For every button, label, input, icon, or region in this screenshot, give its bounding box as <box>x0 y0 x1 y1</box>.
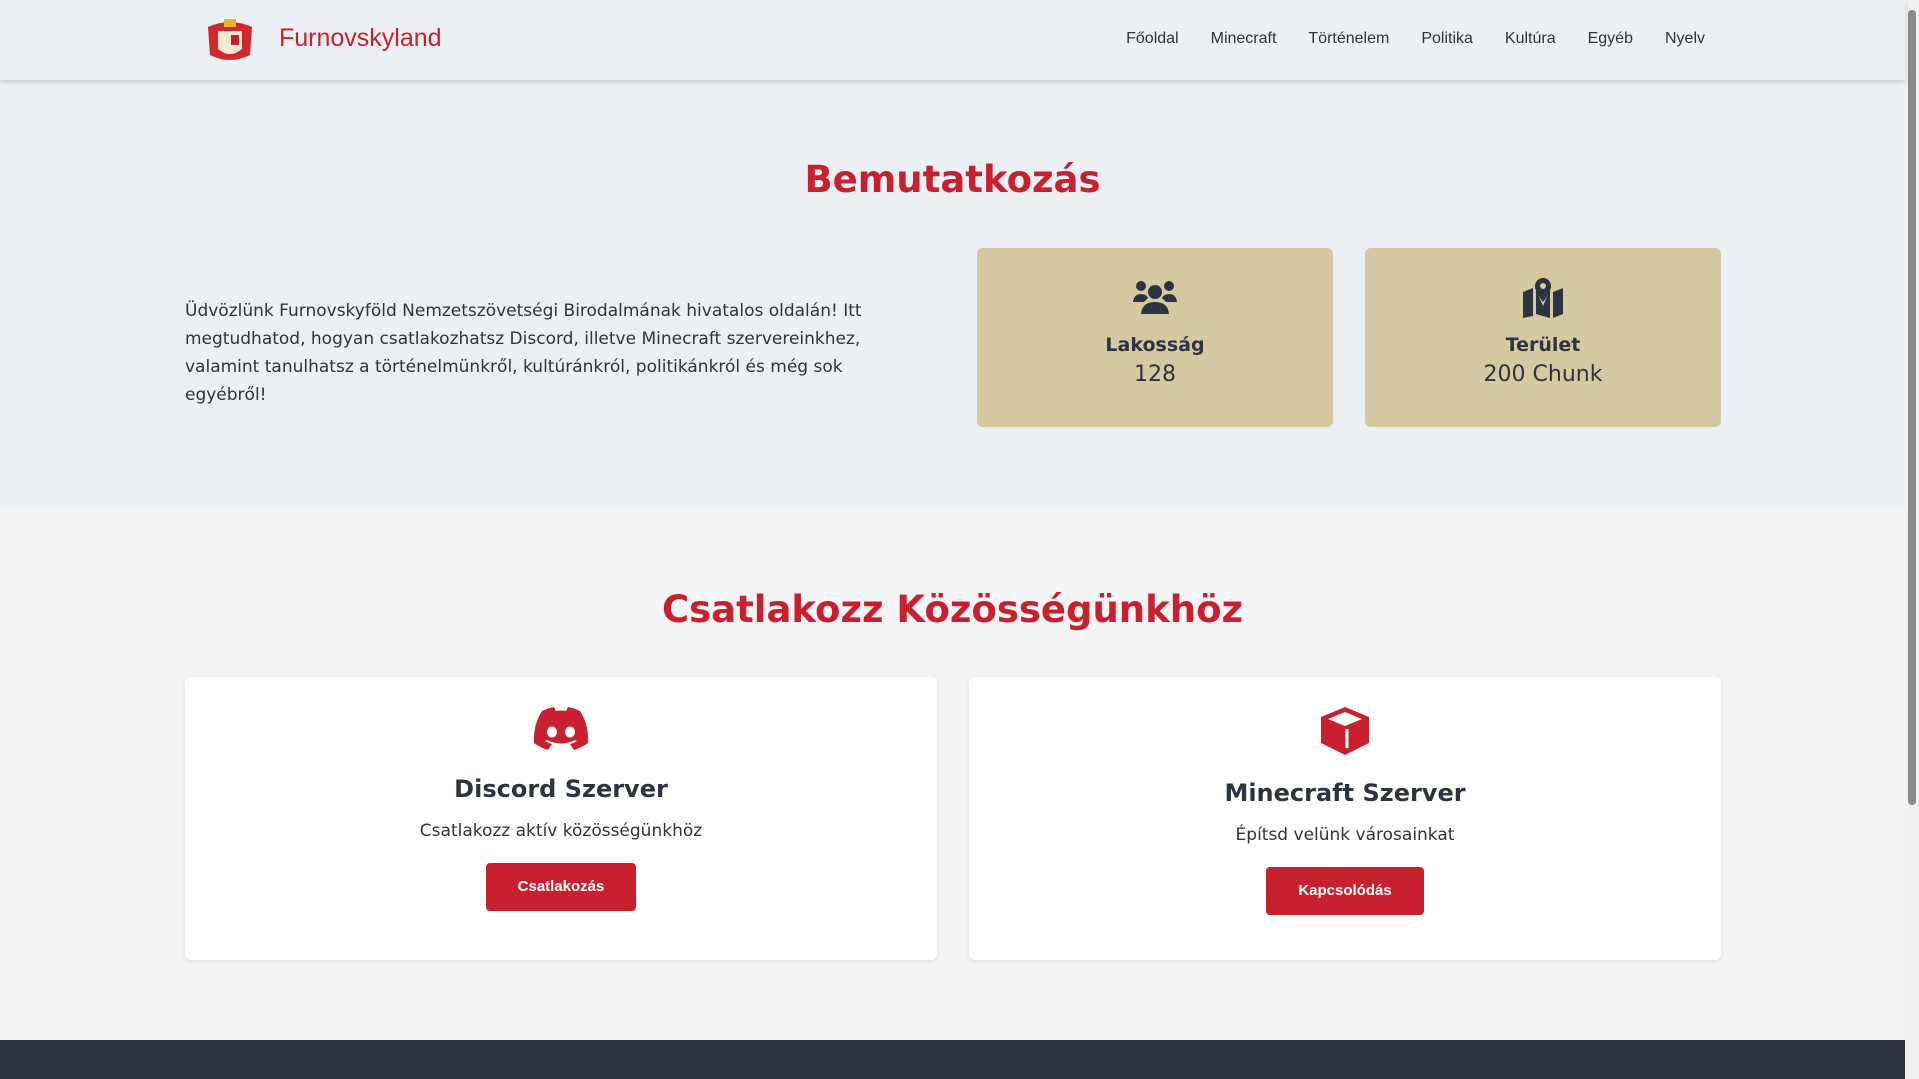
scrollbar[interactable] <box>1905 0 1919 1079</box>
minecraft-card: Minecraft Szerver Építsd velünk városain… <box>969 677 1721 960</box>
stat-label: Lakosság <box>1105 334 1205 356</box>
scrollbar-thumb[interactable] <box>1908 10 1916 805</box>
stat-card-area: Terület 200 Chunk <box>1365 248 1721 427</box>
intro-title: Bemutatkozás <box>804 158 1101 201</box>
stat-value: 128 <box>1134 362 1176 387</box>
stat-label: Terület <box>1505 334 1581 356</box>
nav-politika[interactable]: Politika <box>1421 30 1473 48</box>
map-location-icon <box>1523 278 1563 318</box>
discord-card: Discord Szerver Csatlakozz aktív közössé… <box>185 677 937 960</box>
nav-fooldal[interactable]: Főoldal <box>1126 30 1178 48</box>
brand-name[interactable]: Furnovskyland <box>279 24 442 53</box>
nav-minecraft[interactable]: Minecraft <box>1211 30 1277 48</box>
card-text: Építsd velünk városainkat <box>1235 825 1455 845</box>
users-icon <box>1133 281 1177 314</box>
nav-kultura[interactable]: Kultúra <box>1505 30 1556 48</box>
nav-egyeb[interactable]: Egyéb <box>1588 30 1633 48</box>
nav-tortenelem[interactable]: Történelem <box>1308 30 1389 48</box>
community-title: Csatlakozz Közösségünkhöz <box>661 588 1244 631</box>
cube-icon <box>1321 707 1369 755</box>
main-nav: Főoldal Minecraft Történelem Politika Ku… <box>1126 30 1705 48</box>
connect-minecraft-button[interactable]: Kapcsolódás <box>1266 867 1424 915</box>
join-discord-button[interactable]: Csatlakozás <box>485 863 637 911</box>
header: Furnovskyland Főoldal Minecraft Történel… <box>0 0 1905 80</box>
card-title: Discord Szerver <box>454 775 668 803</box>
nav-nyelv[interactable]: Nyelv <box>1665 30 1705 48</box>
discord-icon <box>533 707 589 750</box>
coat-of-arms-logo[interactable] <box>200 15 260 65</box>
stat-card-population: Lakosság 128 <box>977 248 1333 427</box>
card-text: Csatlakozz aktív közösségünkhöz <box>419 821 703 841</box>
footer <box>0 1040 1905 1079</box>
intro-text: Üdvözlünk Furnovskyföld Nemzetszövetségi… <box>185 301 862 405</box>
card-title: Minecraft Szerver <box>1224 779 1466 807</box>
stat-value: 200 Chunk <box>1483 362 1603 387</box>
